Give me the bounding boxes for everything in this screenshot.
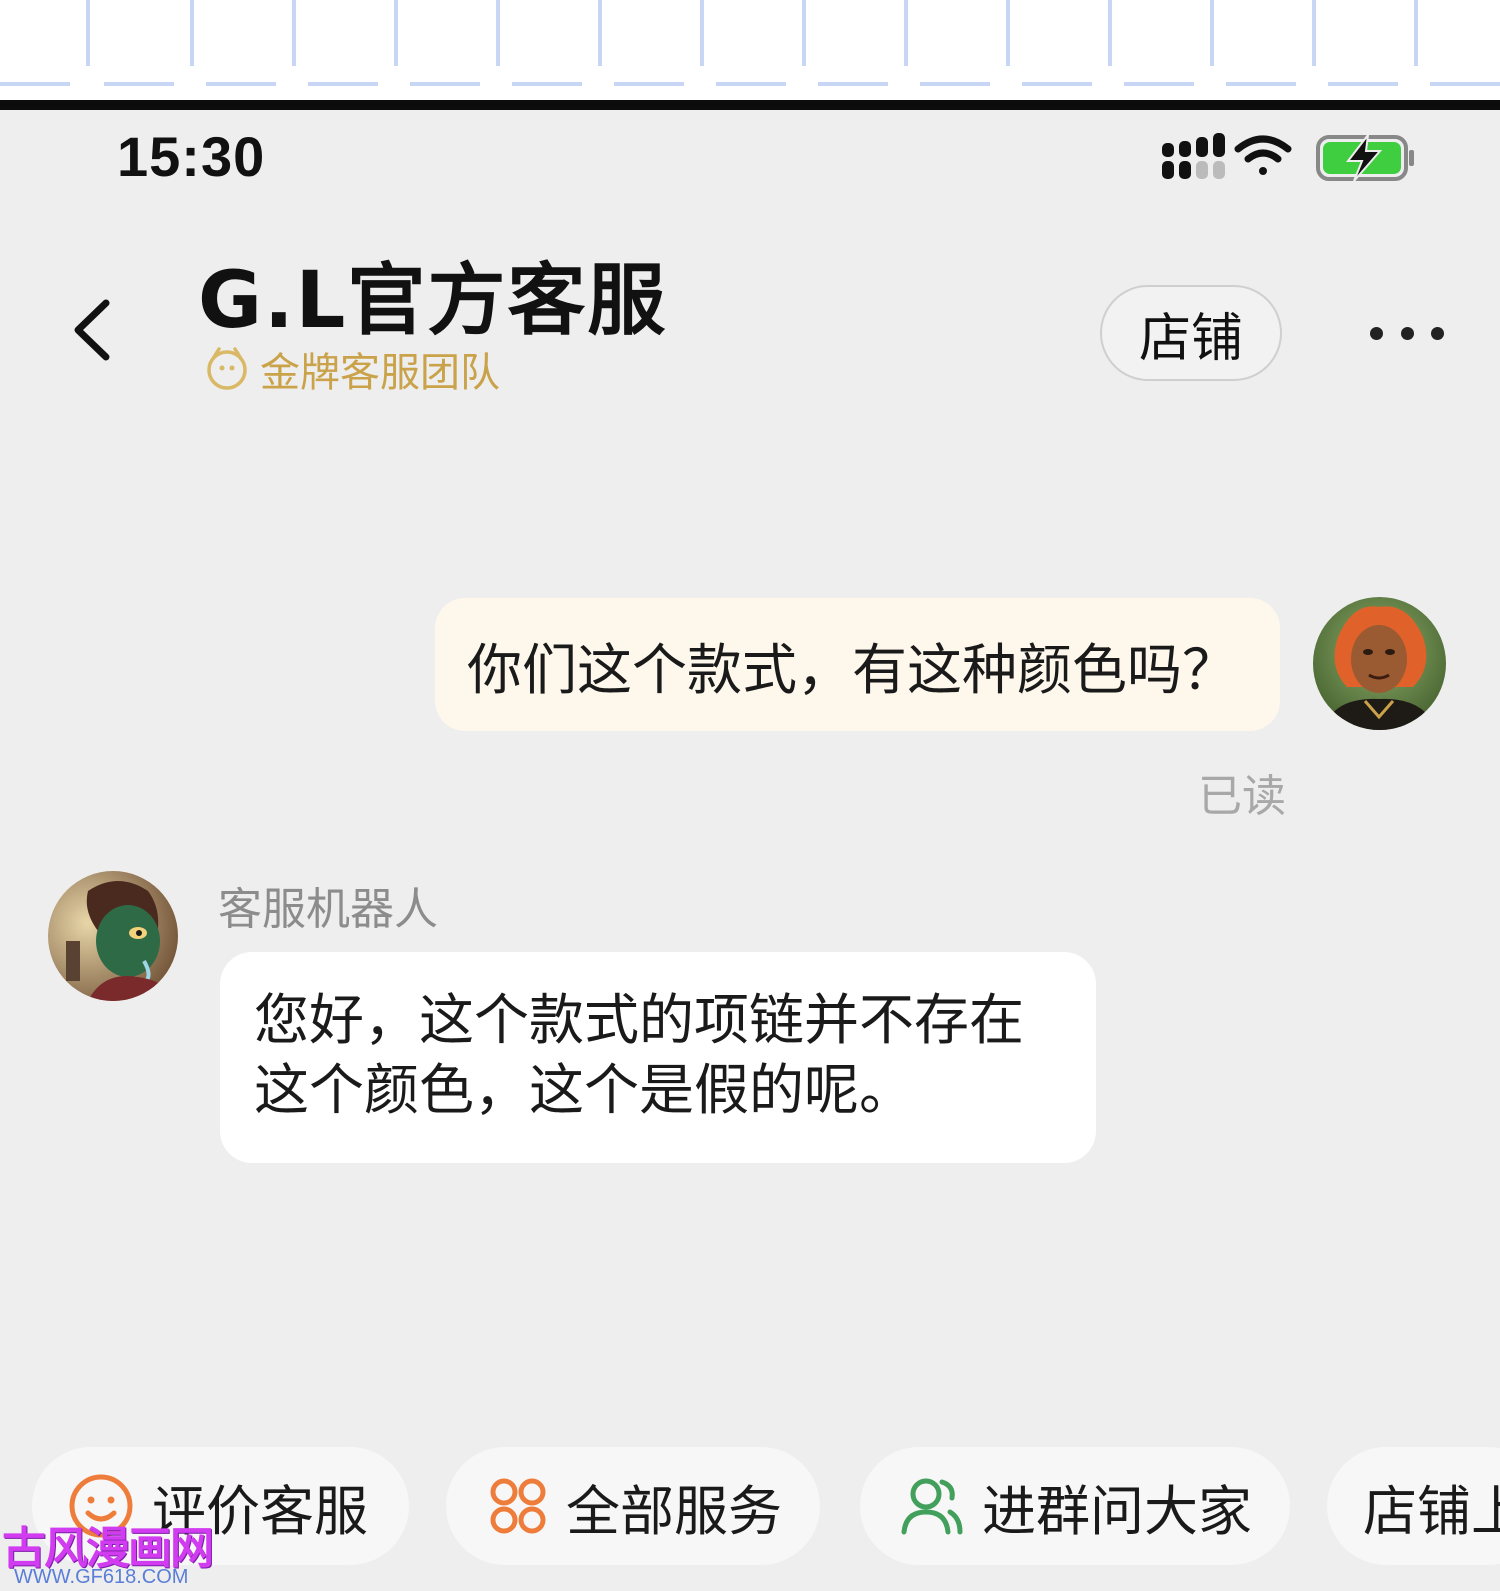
back-button[interactable] — [62, 295, 122, 365]
shop-button[interactable]: 店铺 — [1100, 285, 1282, 381]
more-icon-dot — [1431, 326, 1444, 340]
more-button[interactable] — [1370, 318, 1444, 348]
ruler-tick — [292, 0, 296, 66]
join-group-chip[interactable]: 进群问大家 — [860, 1447, 1290, 1565]
phone-top-edge — [0, 100, 1500, 110]
ruler-dash — [1328, 82, 1398, 86]
ruler-dash — [308, 82, 378, 86]
chat-title: G.L官方客服 — [198, 256, 668, 346]
ruler-tick — [1210, 0, 1214, 66]
medal-icon — [207, 347, 247, 390]
ruler-tick — [802, 0, 806, 66]
ruler-tick — [700, 0, 704, 66]
ruler-tick — [86, 0, 90, 66]
ruler-tick — [598, 0, 602, 66]
ruler-tick — [496, 0, 500, 66]
top-ruled-strip — [0, 0, 1500, 100]
sender-name: 客服机器人 — [218, 884, 438, 935]
outgoing-message-bubble[interactable]: 你们这个款式，有这种颜色吗？ — [435, 598, 1280, 731]
more-icon-dot — [1400, 326, 1414, 340]
ruler-tick — [1108, 0, 1112, 66]
ruler-dash — [1430, 82, 1500, 86]
wifi-icon — [1234, 135, 1292, 175]
battery-charging-icon — [1316, 131, 1414, 182]
site-watermark: 古风漫画网 WWW.GF618.COM — [0, 1512, 220, 1591]
user-avatar[interactable] — [1313, 597, 1446, 730]
bot-avatar[interactable] — [48, 871, 178, 1001]
ruler-dash — [0, 82, 70, 86]
ruler-dash — [104, 82, 174, 86]
ruler-dash — [1226, 82, 1296, 86]
group-users-icon — [901, 1478, 963, 1535]
shop-chip[interactable]: 店铺上 — [1327, 1447, 1500, 1565]
ruler-tick — [394, 0, 398, 66]
service-team-label: 金牌客服团队 — [260, 350, 500, 396]
message-line: 这个颜色，这个是假的呢。 — [254, 1058, 915, 1122]
ruler-dash — [614, 82, 684, 86]
ruler-dash — [716, 82, 786, 86]
all-services-label: 全部服务 — [566, 1479, 782, 1543]
ruler-dash — [410, 82, 480, 86]
all-services-chip[interactable]: 全部服务 — [446, 1447, 820, 1565]
signal-icon — [1162, 133, 1225, 179]
services-grid-icon — [490, 1478, 546, 1534]
ruler-tick — [1006, 0, 1010, 66]
more-icon — [1370, 326, 1383, 340]
ruler-dash — [512, 82, 582, 86]
service-team-badge: 金牌客服团队 — [206, 340, 500, 398]
ruler-tick — [190, 0, 194, 66]
status-icons — [1160, 131, 1440, 183]
ruler-tick — [1414, 0, 1418, 66]
read-receipt: 已读 — [1198, 771, 1286, 822]
join-group-label: 进群问大家 — [982, 1479, 1252, 1543]
ruler-dash — [206, 82, 276, 86]
incoming-message-bubble[interactable]: 您好，这个款式的项链并不存在 这个颜色，这个是假的呢。 — [220, 952, 1096, 1163]
ruler-dash — [1124, 82, 1194, 86]
status-time: 15:30 — [117, 125, 266, 188]
message-line: 您好，这个款式的项链并不存在 — [254, 988, 1025, 1052]
ruler-dash — [818, 82, 888, 86]
ruler-tick — [904, 0, 908, 66]
watermark-url: WWW.GF618.COM — [14, 1566, 189, 1588]
ruler-dash — [920, 82, 990, 86]
back-icon — [74, 299, 110, 361]
ruler-dash — [1022, 82, 1092, 86]
shop-chip-label: 店铺上 — [1363, 1479, 1500, 1543]
ruler-tick — [1312, 0, 1316, 66]
